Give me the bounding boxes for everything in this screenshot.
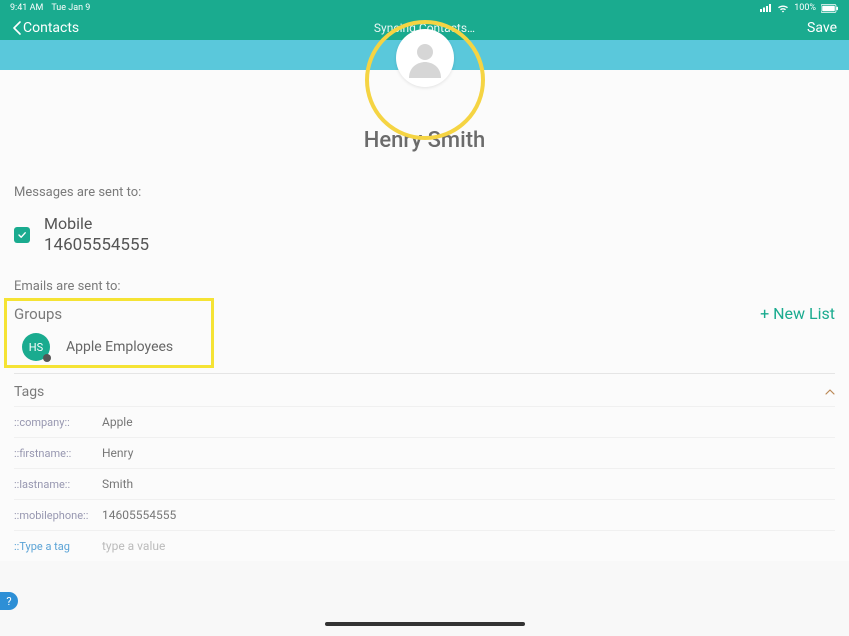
tag-key: ::mobilephone::: [14, 509, 102, 522]
save-button[interactable]: Save: [807, 20, 837, 36]
tag-row[interactable]: ::company:: Apple: [14, 406, 835, 437]
wifi-icon: [777, 4, 789, 13]
group-name: Apple Employees: [66, 339, 173, 355]
status-bar: 9:41 AM Tue Jan 9 100%: [0, 0, 849, 16]
tag-key: ::firstname::: [14, 447, 102, 460]
tag-key: ::lastname::: [14, 478, 102, 491]
mobile-checkbox[interactable]: [14, 227, 30, 243]
tag-value: Apple: [102, 415, 133, 429]
group-item[interactable]: HS Apple Employees: [14, 323, 835, 371]
check-icon: [17, 230, 27, 240]
mobile-number: 14605554555: [44, 235, 149, 255]
person-icon: [405, 38, 445, 78]
avatar[interactable]: [396, 29, 454, 87]
mobile-destination-row[interactable]: Mobile 14605554555: [14, 208, 835, 261]
tag-row-new[interactable]: ::Type a tag type a value: [14, 530, 835, 561]
status-battery-text: 100%: [794, 3, 816, 13]
tag-value: 14605554555: [102, 508, 176, 522]
home-indicator[interactable]: [325, 622, 525, 626]
tag-key-input[interactable]: ::Type a tag: [14, 540, 102, 553]
chevron-left-icon: [12, 21, 21, 35]
tag-value-input[interactable]: type a value: [102, 539, 165, 553]
content: Henry Smith Messages are sent to: Mobile…: [0, 40, 849, 561]
messages-label: Messages are sent to:: [14, 185, 835, 200]
signal-icon: [760, 4, 772, 12]
tags-header[interactable]: Tags: [14, 384, 835, 400]
status-time: 9:41 AM: [10, 3, 43, 13]
divider: [14, 373, 835, 374]
tag-row[interactable]: ::lastname:: Smith: [14, 468, 835, 499]
profile-name: Henry Smith: [0, 128, 849, 153]
tag-value: Smith: [102, 477, 133, 491]
new-list-button[interactable]: + New List: [760, 304, 835, 323]
group-avatar-badge: HS: [22, 333, 50, 361]
back-button[interactable]: Contacts: [12, 20, 79, 36]
back-label: Contacts: [23, 20, 79, 36]
help-button[interactable]: ?: [0, 592, 18, 610]
tags-title: Tags: [14, 384, 44, 400]
tag-row[interactable]: ::firstname:: Henry: [14, 437, 835, 468]
emails-label: Emails are sent to:: [0, 265, 849, 298]
status-date: Tue Jan 9: [51, 3, 90, 13]
tag-key: ::company::: [14, 416, 102, 429]
tag-value: Henry: [102, 446, 133, 460]
mobile-type-label: Mobile: [44, 214, 149, 233]
chevron-up-icon: [825, 385, 835, 399]
tag-row[interactable]: ::mobilephone:: 14605554555: [14, 499, 835, 530]
groups-title: Groups: [14, 305, 62, 323]
battery-icon: [821, 4, 839, 13]
